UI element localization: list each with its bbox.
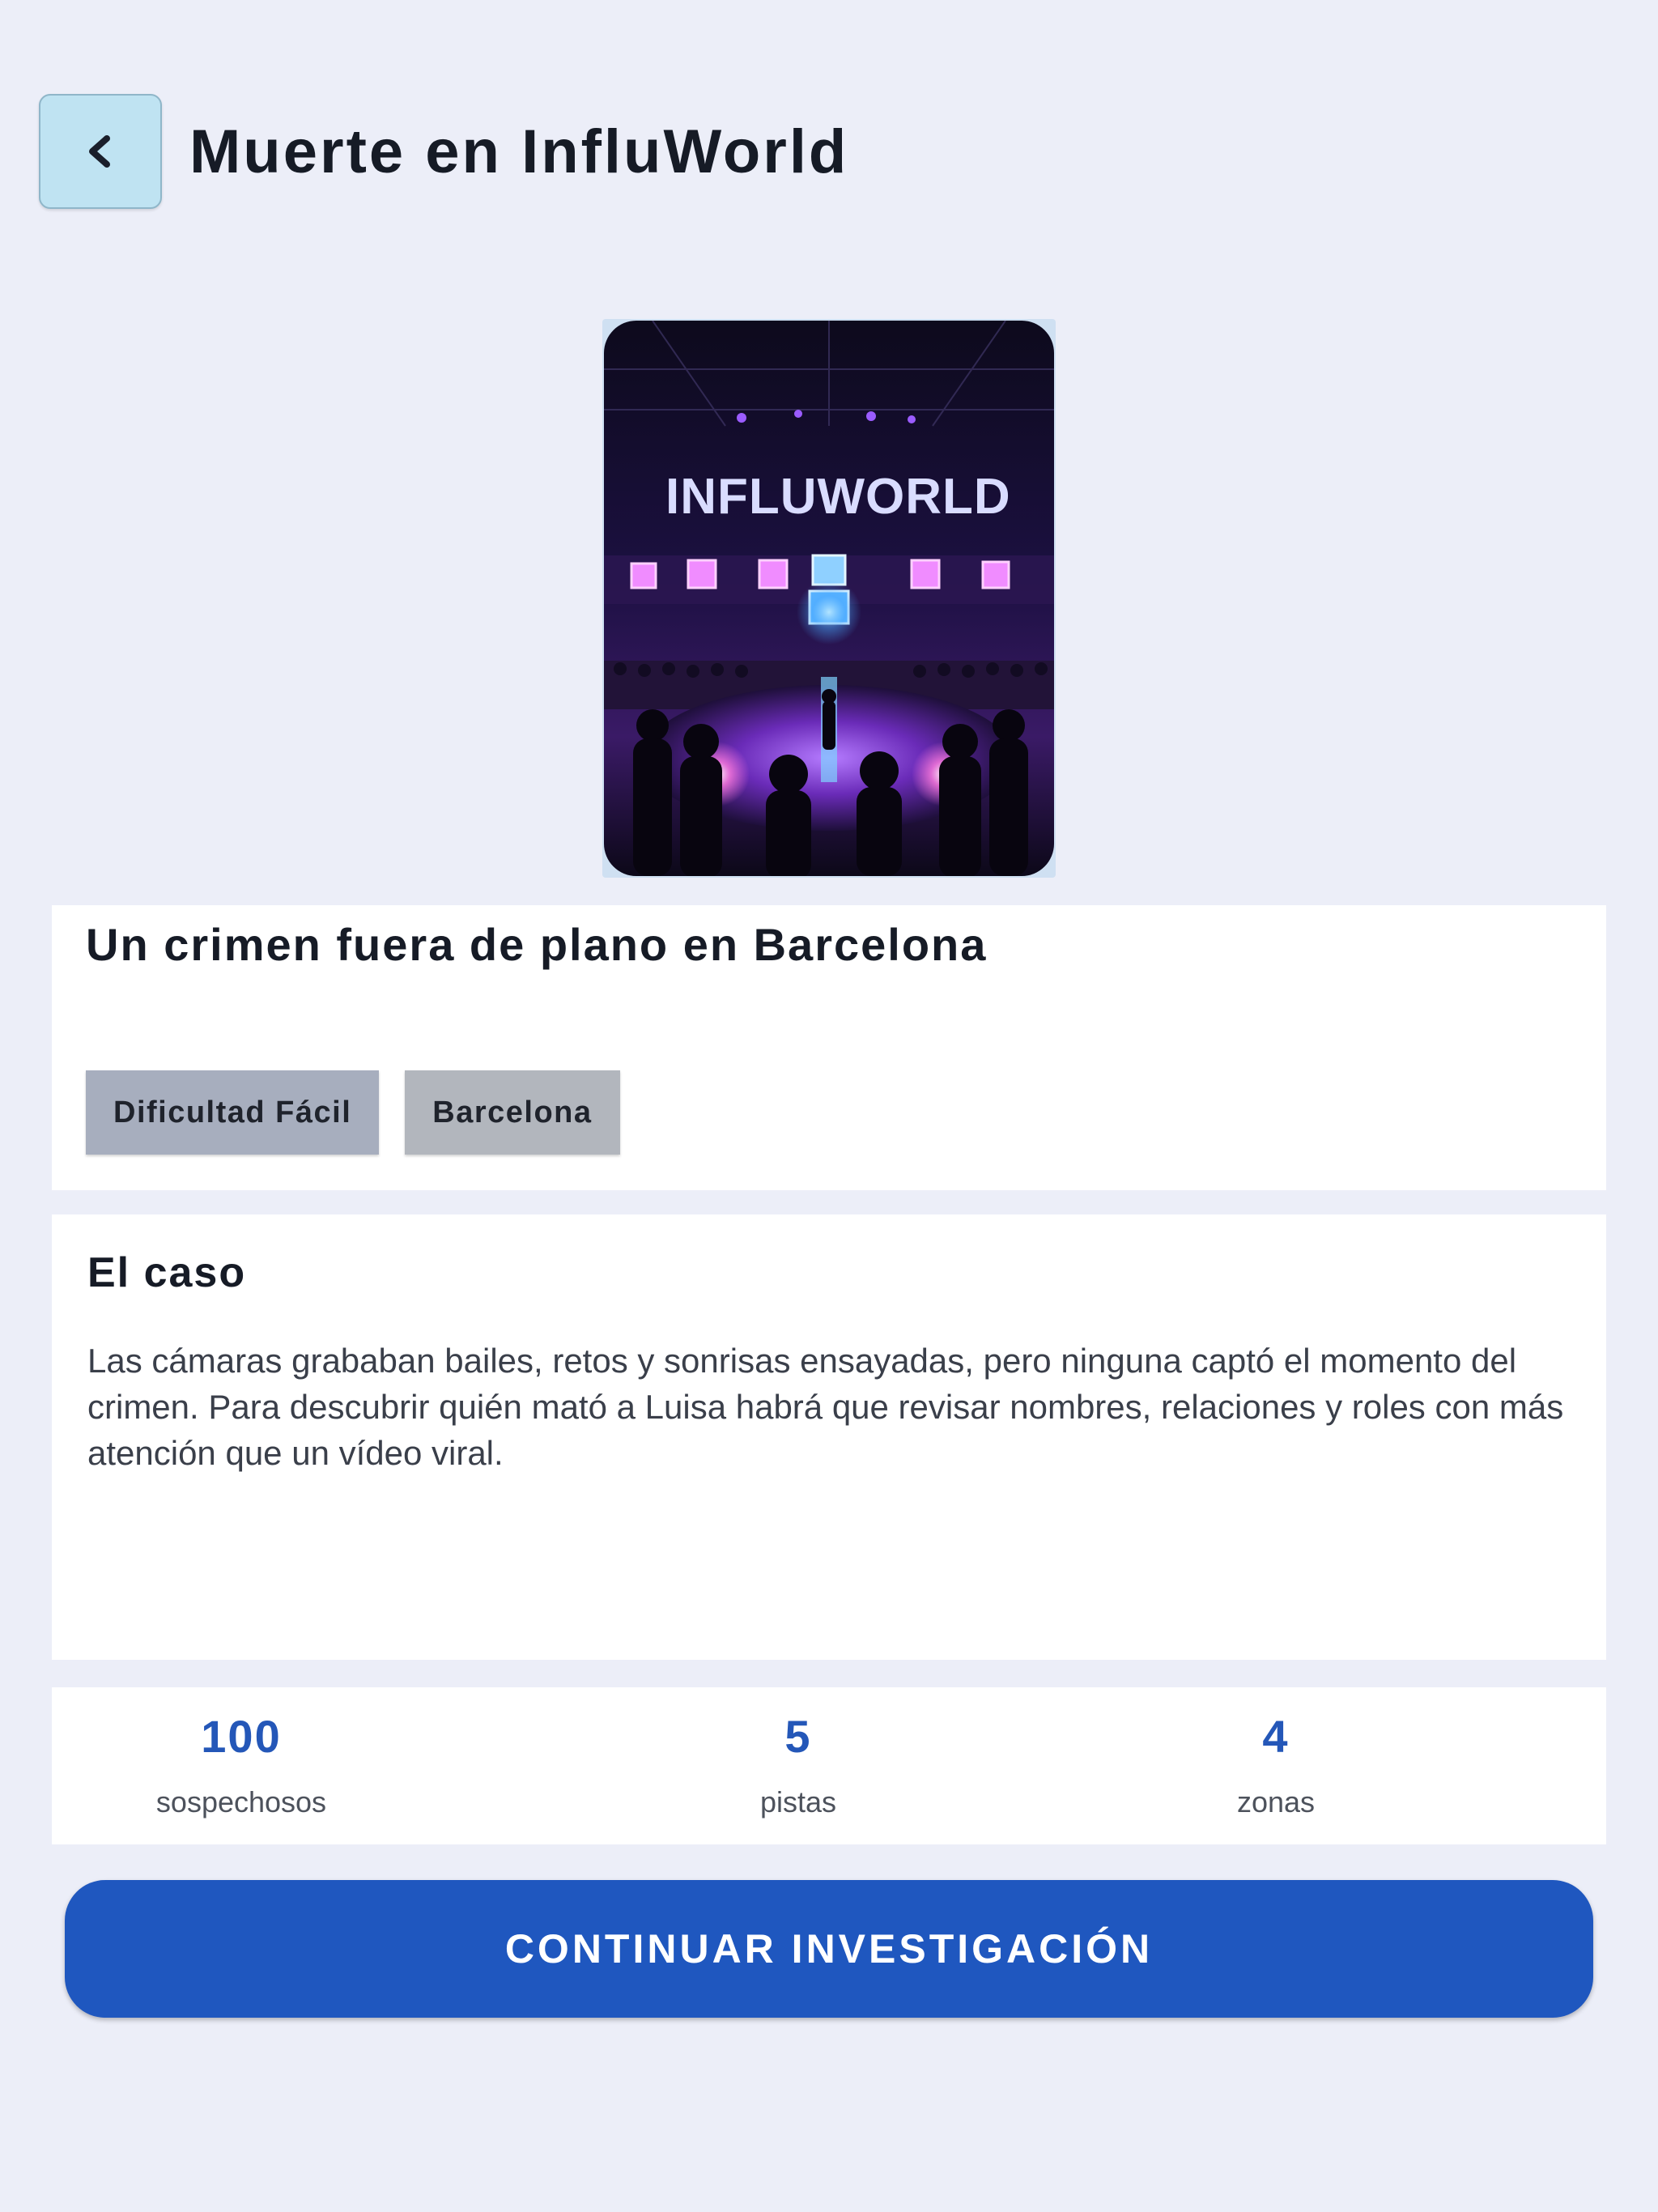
stat-label: pistas	[759, 1785, 837, 1819]
cover-logo-text: INFLUWORLD	[665, 469, 1011, 525]
back-button[interactable]	[39, 94, 162, 209]
stat-value: 5	[784, 1711, 812, 1762]
case-subtitle: Un crimen fuera de plano en Barcelona	[86, 919, 988, 970]
header: Muerte en InfluWorld	[39, 94, 848, 209]
stat-value: 4	[1262, 1711, 1290, 1762]
stat-label: zonas	[1236, 1785, 1316, 1819]
stat-label: sospechosos	[155, 1785, 327, 1819]
chevron-left-icon	[89, 135, 110, 168]
stat-suspects: 100 sospechosos	[79, 1710, 403, 1819]
continue-investigation-button[interactable]: CONTINUAR INVESTIGACIÓN	[65, 1880, 1593, 2018]
page-title: Muerte en InfluWorld	[189, 117, 849, 186]
stat-zones: 4 zonas	[1114, 1710, 1438, 1819]
case-description-card: El caso Las cámaras grababan bailes, ret…	[52, 1214, 1606, 1660]
difficulty-chip: Dificultad Fácil	[86, 1070, 380, 1155]
cover-image-frame: INFLUWORLD	[602, 319, 1056, 878]
stats-card: 100 sospechosos 5 pistas 4 zonas	[52, 1687, 1606, 1844]
cover-image: INFLUWORLD	[604, 321, 1054, 876]
case-section-title: El caso	[87, 1249, 247, 1296]
stat-clues: 5 pistas	[636, 1710, 960, 1819]
case-summary-card: Un crimen fuera de plano en Barcelona Di…	[52, 905, 1606, 1190]
stat-value: 100	[201, 1711, 282, 1762]
location-chip: Barcelona	[405, 1070, 620, 1155]
case-description: Las cámaras grababan bailes, retos y son…	[87, 1342, 1564, 1472]
tag-list: Dificultad Fácil Barcelona	[86, 1070, 620, 1155]
